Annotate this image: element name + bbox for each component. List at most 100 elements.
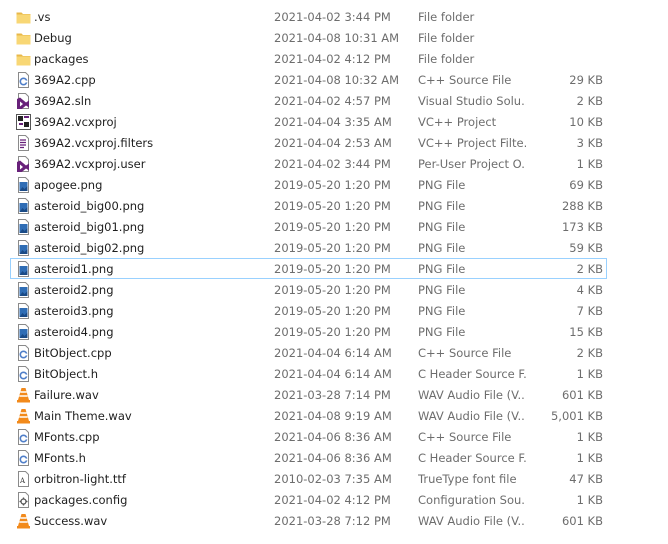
file-date-modified: 2021-04-08 9:19 AM [274, 409, 392, 423]
folder-icon [16, 30, 31, 46]
file-row[interactable]: Main Theme.wav 2021-04-08 9:19 AM WAV Audi… [10, 405, 607, 426]
file-date-modified: 2021-04-06 8:36 AM [274, 430, 392, 444]
png-file-icon [16, 282, 31, 298]
file-name: 369A2.vcxproj [34, 115, 117, 129]
file-row[interactable]: asteroid_big01.png 2019-05-20 1:20 PM PNG … [10, 216, 607, 237]
file-name: orbitron-light.ttf [34, 472, 126, 486]
file-name: Debug [34, 31, 72, 45]
file-size: 5,001 KB [550, 409, 603, 423]
file-date-modified: 2021-04-04 6:14 AM [274, 367, 392, 381]
file-type: File folder [418, 52, 475, 66]
file-type: File folder [418, 31, 475, 45]
cpp-file-icon [16, 72, 31, 88]
file-date-modified: 2019-05-20 1:20 PM [274, 241, 391, 255]
file-row[interactable]: Debug 2021-04-08 10:31 AM File folder [10, 27, 607, 48]
png-file-icon [16, 303, 31, 319]
file-type: C Header Source F... [418, 451, 526, 465]
file-date-modified: 2021-04-02 3:44 PM [274, 157, 391, 171]
file-size: 1 KB [576, 493, 603, 507]
file-type: PNG File [418, 178, 466, 192]
file-date-modified: 2019-05-20 1:20 PM [274, 283, 391, 297]
file-date-modified: 2021-04-08 10:32 AM [274, 73, 400, 87]
file-name: asteroid_big01.png [34, 220, 145, 234]
file-date-modified: 2021-04-04 6:14 AM [274, 346, 392, 360]
cpp-file-icon [16, 345, 31, 361]
svg-text:A: A [19, 477, 26, 485]
header-file-icon [16, 450, 31, 466]
file-row[interactable]: 369A2.sln 2021-04-02 4:57 PM Visual Studio… [10, 90, 607, 111]
file-date-modified: 2021-04-02 4:12 PM [274, 52, 391, 66]
file-name: packages.config [34, 493, 128, 507]
file-row[interactable]: Aorbitron-light.ttf 2010-02-03 7:35 AM Tru… [10, 468, 607, 489]
file-name: .vs [34, 10, 51, 24]
file-type: WAV Audio File (V... [418, 514, 526, 528]
file-row[interactable]: asteroid4.png 2019-05-20 1:20 PM PNG File 1… [10, 321, 607, 342]
file-row[interactable]: 369A2.vcxproj.filters 2021-04-04 2:53 AM V… [10, 132, 607, 153]
png-file-icon [16, 177, 31, 193]
file-name: asteroid4.png [34, 325, 114, 339]
file-name: asteroid_big02.png [34, 241, 145, 255]
file-date-modified: 2019-05-20 1:20 PM [274, 325, 391, 339]
file-type: VC++ Project [418, 115, 497, 129]
file-date-modified: 2019-05-20 1:20 PM [274, 304, 391, 318]
file-type: C++ Source File [418, 346, 512, 360]
file-date-modified: 2019-05-20 1:20 PM [274, 220, 391, 234]
file-date-modified: 2021-03-28 7:12 PM [274, 514, 391, 528]
file-size: 69 KB [569, 178, 603, 192]
file-size: 29 KB [569, 73, 603, 87]
file-name: BitObject.cpp [34, 346, 112, 360]
file-size: 3 KB [576, 136, 603, 150]
file-size: 1 KB [576, 451, 603, 465]
file-size: 601 KB [561, 514, 603, 528]
file-size: 4 KB [576, 283, 603, 297]
vlc-audio-icon [16, 408, 31, 424]
png-file-icon [16, 219, 31, 235]
file-name: apogee.png [34, 178, 103, 192]
file-row[interactable]: 369A2.vcxproj.user 2021-04-02 3:44 PM Per-… [10, 153, 607, 174]
file-row[interactable]: packages 2021-04-02 4:12 PM File folder [10, 48, 607, 69]
file-date-modified: 2021-04-04 2:53 AM [274, 136, 392, 150]
header-file-icon [16, 366, 31, 382]
file-type: PNG File [418, 220, 466, 234]
png-file-icon [16, 261, 31, 277]
visual-studio-solution-icon [16, 93, 31, 109]
file-date-modified: 2021-04-06 8:36 AM [274, 451, 392, 465]
file-date-modified: 2021-04-02 3:44 PM [274, 10, 391, 24]
file-row[interactable]: 369A2.cpp 2021-04-08 10:32 AM C++ Source F… [10, 69, 607, 90]
file-name: 369A2.cpp [34, 73, 96, 87]
vlc-audio-icon [16, 387, 31, 403]
file-type: PNG File [418, 262, 466, 276]
file-size: 47 KB [569, 472, 603, 486]
file-row[interactable]: BitObject.h 2021-04-04 6:14 AM C Header So… [10, 363, 607, 384]
file-row[interactable]: packages.config 2021-04-02 4:12 PM Configu… [10, 489, 607, 510]
file-row[interactable]: MFonts.cpp 2021-04-06 8:36 AM C++ Source F… [10, 426, 607, 447]
file-row[interactable]: BitObject.cpp 2021-04-04 6:14 AM C++ Sourc… [10, 342, 607, 363]
file-row[interactable]: Success.wav 2021-03-28 7:12 PM WAV Audio F… [10, 510, 607, 531]
file-row[interactable]: .vs 2021-04-02 3:44 PM File folder [10, 6, 607, 27]
file-type: PNG File [418, 304, 466, 318]
file-row[interactable]: Failure.wav 2021-03-28 7:14 PM WAV Audio F… [10, 384, 607, 405]
file-type: VC++ Project Filte... [418, 136, 526, 150]
file-name: Failure.wav [34, 388, 99, 402]
file-name: BitObject.h [34, 367, 98, 381]
file-size: 1 KB [576, 367, 603, 381]
file-type: PNG File [418, 325, 466, 339]
font-file-icon: A [16, 471, 31, 487]
file-row[interactable]: apogee.png 2019-05-20 1:20 PM PNG File 69 K… [10, 174, 607, 195]
file-row[interactable]: MFonts.h 2021-04-06 8:36 AM C Header Sourc… [10, 447, 607, 468]
file-size: 15 KB [569, 325, 603, 339]
file-size: 2 KB [576, 94, 603, 108]
file-row[interactable]: asteroid_big00.png 2019-05-20 1:20 PM PNG … [10, 195, 607, 216]
file-name: 369A2.vcxproj.filters [34, 136, 154, 150]
file-type: C++ Source File [418, 430, 512, 444]
png-file-icon [16, 324, 31, 340]
file-name: MFonts.h [34, 451, 86, 465]
file-row[interactable]: asteroid3.png 2019-05-20 1:20 PM PNG File 7… [10, 300, 607, 321]
file-row[interactable]: 369A2.vcxproj 2021-04-04 3:35 AM VC++ Proj… [10, 111, 607, 132]
file-type: C Header Source F... [418, 367, 526, 381]
file-row[interactable]: asteroid2.png 2019-05-20 1:20 PM PNG File 4… [10, 279, 607, 300]
file-row[interactable]: asteroid_big02.png 2019-05-20 1:20 PM PNG … [10, 237, 607, 258]
file-row[interactable]: asteroid1.png 2019-05-20 1:20 PM PNG File 2… [10, 258, 607, 279]
file-type: PNG File [418, 241, 466, 255]
png-file-icon [16, 240, 31, 256]
